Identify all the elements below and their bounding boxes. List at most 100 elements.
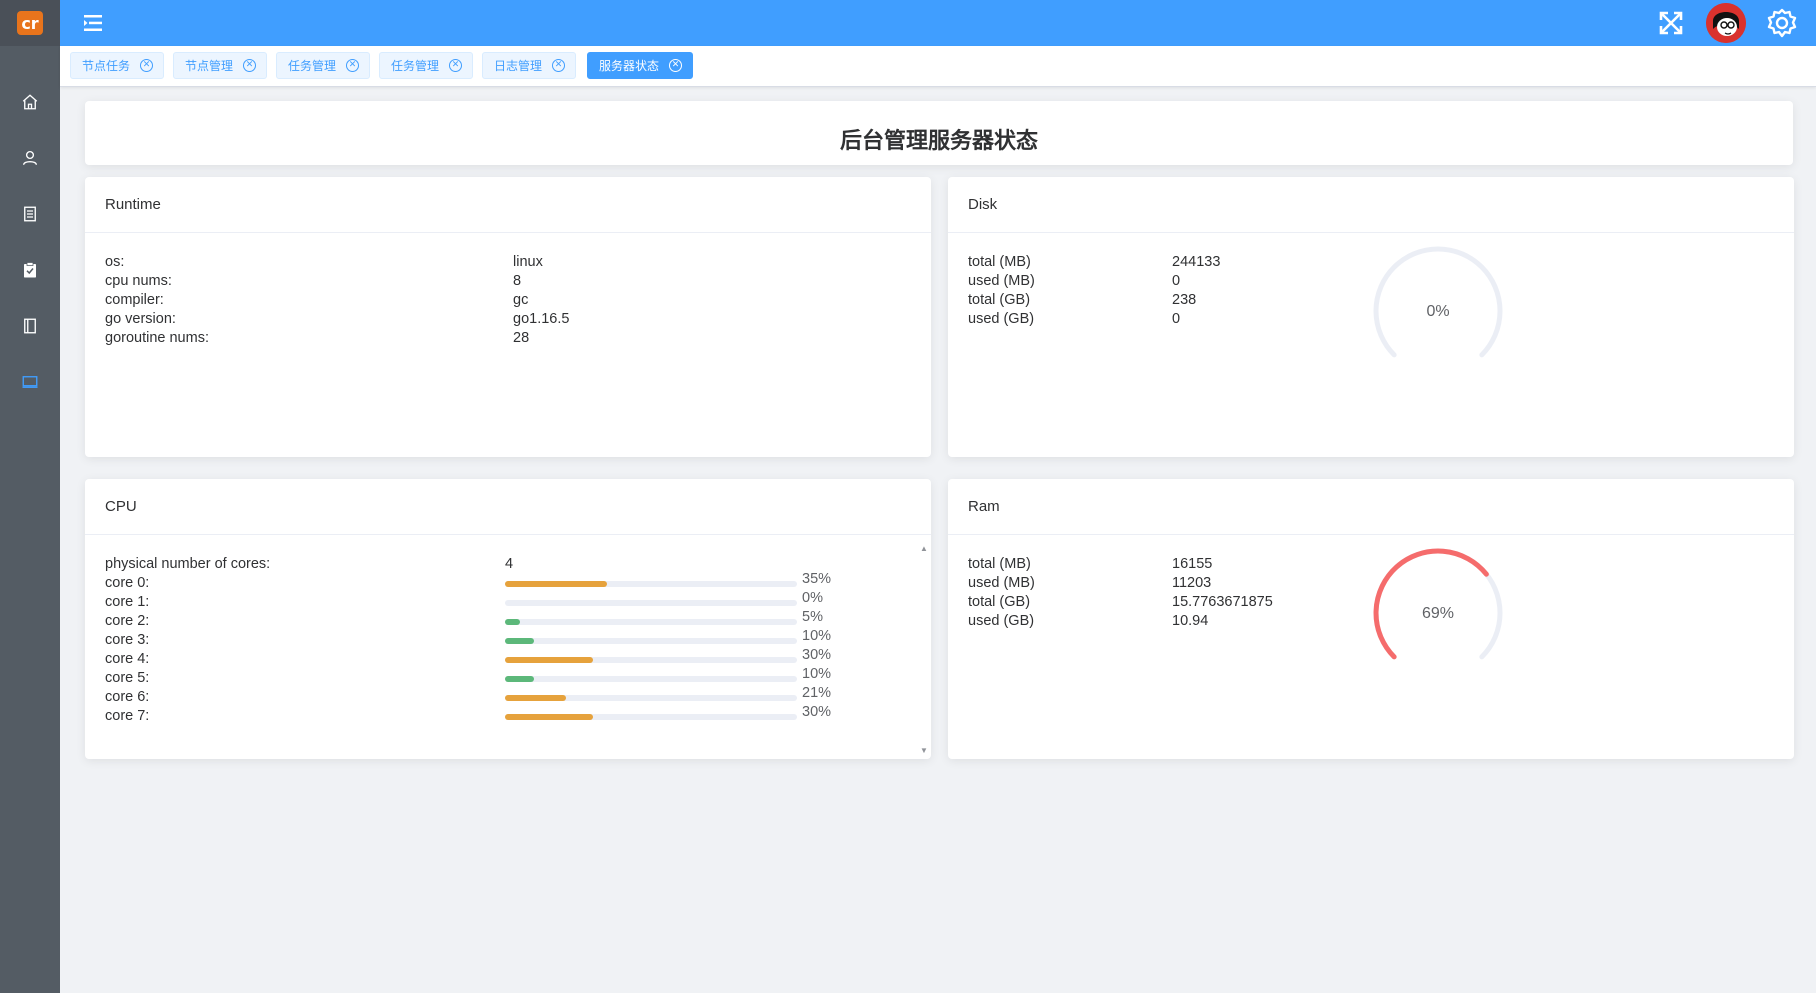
ram-body: total (MB) 16155 used (MB) 11203 total (GB… [948,535,1794,660]
gauge-label: 69% [1421,604,1455,622]
kv-value: go1.16.5 [513,311,570,327]
kv-row: goroutine nums: 28 [105,329,911,348]
tab-label: 日志管理 [494,59,543,73]
tab-task-manage-2[interactable]: 任务管理 ✕ [379,52,474,79]
kv-value: 238 [1172,292,1197,308]
kv-value: 28 [513,330,530,346]
core-label: core 2: [105,613,150,629]
tab-label: 服务器状态 [599,59,660,73]
kv-row: cpu nums: 8 [105,272,911,291]
fullscreen-icon [1659,11,1683,35]
tab-label: 节点管理 [185,59,234,73]
core-label: core 4: [105,651,150,667]
logo-mark: cr [17,11,43,35]
gear-icon [1767,8,1797,38]
kv-key: total (MB) [968,556,1031,572]
core-row: core 2: 5% [105,609,911,631]
close-icon[interactable]: ✕ [140,59,154,72]
disk-gauge: 0% [1368,241,1508,381]
progress-bar [505,600,797,606]
kv-key: total (GB) [968,594,1031,610]
progress-percent: 10% [802,666,832,682]
kv-row: compiler: gc [105,291,911,310]
kv-row: total (GB) 15.7763671875 [968,593,1368,612]
kv-value: 8 [513,273,522,289]
core-label: core 0: [105,575,150,591]
avatar-image [1706,3,1746,43]
kv-key: used (GB) [968,613,1035,629]
kv-value: 244133 [1172,254,1221,270]
clipboard-check-icon [24,262,36,278]
card-title: Disk [948,177,1794,233]
progress-percent: 30% [802,704,832,720]
kv-value: 16155 [1172,556,1213,572]
progress-bar [505,714,797,720]
kv-value: 11203 [1172,575,1212,591]
scroll-down-arrow[interactable]: ▼ [919,741,929,760]
kv-row: used (MB) 11203 [968,574,1368,593]
progress-bar [505,619,797,625]
sidebar-item-user[interactable] [0,130,60,186]
kv-value: linux [513,254,543,270]
sidebar-item-notebook[interactable] [0,298,60,354]
user-icon [22,150,38,166]
close-icon[interactable]: ✕ [552,59,566,72]
kv-row: go version: go1.16.5 [105,310,911,329]
document-icon [24,206,36,222]
cpu-body: ▲ ▼ physical number of cores: 4 core 0: 35… [85,535,931,755]
tab-label: 任务管理 [288,59,337,73]
tab-server-status[interactable]: 服务器状态 ✕ [587,52,694,79]
progress-fill [505,619,520,625]
progress-percent: 21% [802,685,832,701]
sidebar-item-server-status[interactable] [0,354,60,410]
core-row: core 6: 21% [105,685,911,707]
kv-key: physical number of cores: [105,556,271,572]
runtime-card: Runtime os: linux cpu nums: 8 compiler: gc … [85,177,931,457]
core-label: core 5: [105,670,150,686]
settings-button[interactable] [1764,5,1800,41]
core-row: core 0: 35% [105,571,911,593]
scroll-up-arrow[interactable]: ▲ [919,539,929,558]
cores-row: physical number of cores: 4 [105,555,911,574]
home-icon [22,94,38,110]
hamburger-menu-icon[interactable] [82,12,104,34]
progress-percent: 10% [802,628,832,644]
kv-key: used (MB) [968,575,1035,591]
sidebar-item-home[interactable] [0,74,60,130]
close-icon[interactable]: ✕ [346,59,360,72]
kv-row: total (GB) 238 [968,291,1268,310]
progress-bar [505,676,797,682]
progress-percent: 30% [802,647,832,663]
kv-value: 0 [1172,311,1181,327]
core-row: core 1: 0% [105,590,911,612]
tab-label: 任务管理 [391,59,440,73]
kv-value: 0 [1172,273,1181,289]
core-row: core 5: 10% [105,666,911,688]
close-icon[interactable]: ✕ [669,59,683,72]
tab-node-tasks[interactable]: 节点任务 ✕ [70,52,165,79]
progress-percent: 35% [802,571,832,587]
fullscreen-button[interactable] [1653,5,1689,41]
card-title: Runtime [85,177,931,233]
close-icon[interactable]: ✕ [243,59,257,72]
kv-row: total (MB) 16155 [968,555,1368,574]
tab-log-manage[interactable]: 日志管理 ✕ [482,52,577,79]
tab-node-manage[interactable]: 节点管理 ✕ [173,52,268,79]
tab-task-manage[interactable]: 任务管理 ✕ [276,52,371,79]
avatar[interactable] [1706,3,1746,43]
app-logo[interactable]: cr [0,0,60,46]
core-row: core 7: 30% [105,704,911,726]
sidebar-item-document[interactable] [0,186,60,242]
tabs-bar: 节点任务 ✕ 节点管理 ✕ 任务管理 ✕ 任务管理 ✕ 日志管理 ✕ 服务器状态 ✕ [60,46,1816,87]
disk-card: Disk total (MB) 244133 used (MB) 0 total (… [948,177,1794,457]
ram-card: Ram total (MB) 16155 used (MB) 11203 total… [948,479,1794,759]
core-label: core 7: [105,708,150,724]
kv-key: used (GB) [968,311,1035,327]
page-title: 后台管理服务器状态 [839,129,1038,154]
progress-bar [505,695,797,701]
kv-value: 4 [505,556,514,572]
monitor-icon [22,376,38,388]
sidebar-item-tasks[interactable] [0,242,60,298]
close-icon[interactable]: ✕ [449,59,463,72]
kv-key: total (GB) [968,292,1031,308]
